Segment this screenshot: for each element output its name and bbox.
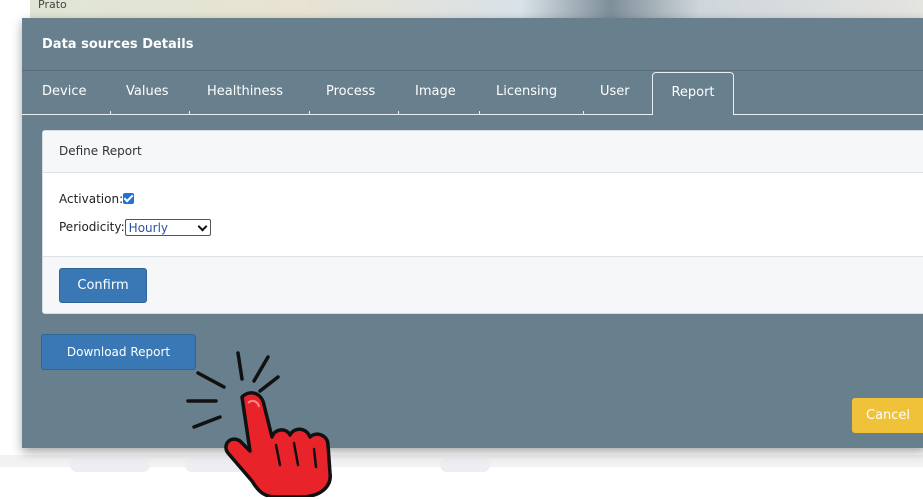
tab-divider — [110, 111, 111, 115]
activation-label: Activation: — [59, 192, 124, 206]
tab-report[interactable]: Report — [652, 72, 734, 115]
tab-divider — [398, 111, 399, 115]
card-footer: Confirm — [43, 256, 923, 313]
periodicity-select[interactable]: Hourly — [124, 219, 211, 236]
cancel-button[interactable]: Cancel — [852, 398, 923, 433]
modal-header: Data sources Details — [22, 18, 923, 71]
background-shape — [440, 458, 490, 472]
tab-process[interactable]: Process — [326, 70, 375, 114]
tab-divider — [309, 111, 310, 115]
activation-row: Activation: — [59, 192, 135, 206]
tab-user[interactable]: User — [600, 70, 630, 114]
tab-divider — [583, 111, 584, 115]
pointing-hand-click-icon — [186, 351, 332, 497]
confirm-button[interactable]: Confirm — [59, 268, 147, 303]
activation-checkbox[interactable] — [123, 193, 135, 204]
tab-device[interactable]: Device — [42, 70, 86, 114]
periodicity-row: Periodicity: Hourly — [59, 219, 211, 236]
tab-image[interactable]: Image — [415, 70, 456, 114]
card-body: Activation: Periodicity: Hourly — [43, 173, 923, 257]
data-sources-modal: Data sources Details Device Values Healt… — [22, 18, 923, 448]
periodicity-value: Hourly — [128, 221, 169, 235]
background-shape — [70, 458, 150, 472]
tab-healthiness[interactable]: Healthiness — [207, 70, 283, 114]
tab-bar: Device Values Healthiness Process Image … — [22, 70, 923, 115]
card-header: Define Report — [43, 131, 923, 173]
map-background: Prato — [30, 0, 923, 19]
download-report-button[interactable]: Download Report — [41, 334, 196, 370]
define-report-card: Define Report Activation: Periodicity: Ho… — [42, 130, 923, 314]
tab-divider — [479, 111, 480, 115]
tab-values[interactable]: Values — [126, 70, 168, 114]
periodicity-label: Periodicity: — [59, 220, 125, 234]
tab-divider — [189, 111, 190, 115]
modal-title: Data sources Details — [42, 36, 194, 52]
map-label: Prato — [38, 0, 67, 11]
tab-licensing[interactable]: Licensing — [496, 70, 557, 114]
chevron-down-icon — [197, 221, 208, 232]
